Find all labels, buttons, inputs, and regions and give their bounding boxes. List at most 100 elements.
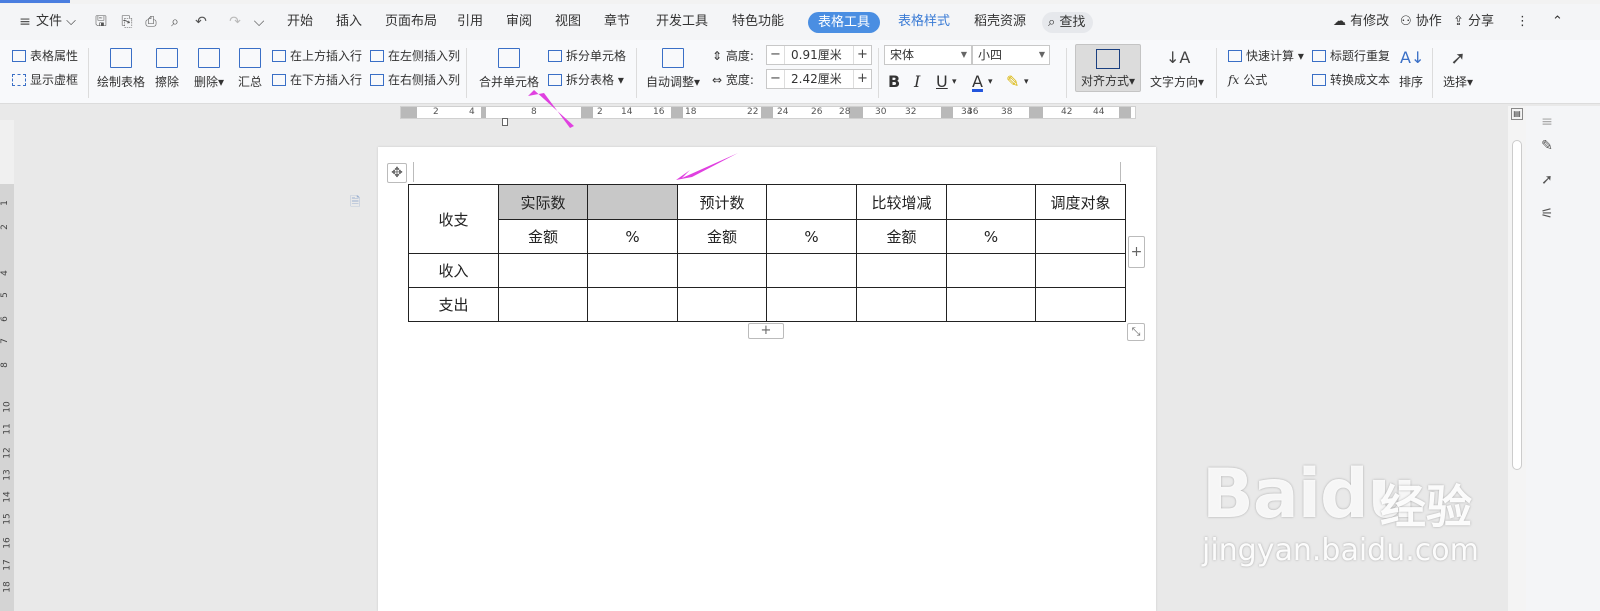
- tab-table-tools[interactable]: 表格工具: [808, 12, 881, 33]
- table-properties-button[interactable]: 表格属性: [12, 47, 78, 65]
- split-table-button[interactable]: 拆分表格 ▾: [548, 71, 624, 89]
- settings-sliders-icon[interactable]: ⚟: [1538, 206, 1556, 224]
- auto-adjust-button[interactable]: 自动调整▾: [645, 48, 701, 90]
- table-cell[interactable]: %: [766, 219, 857, 254]
- tab-developer[interactable]: 开发工具: [656, 4, 708, 40]
- convert-to-text-button[interactable]: 转换成文本: [1312, 71, 1390, 89]
- table-cell[interactable]: 金额: [856, 219, 947, 254]
- add-column-icon[interactable]: +: [1128, 236, 1145, 268]
- bold-button[interactable]: B: [888, 73, 900, 91]
- highlight-icon[interactable]: ✎: [1006, 73, 1019, 91]
- repeat-header-button[interactable]: 标题行重复: [1312, 47, 1390, 65]
- tab-references[interactable]: 引用: [457, 4, 483, 40]
- horizontal-ruler[interactable]: 2 4 8 2 14 16 18 22 24 26 28 30 32 34 36…: [400, 106, 1136, 119]
- highlight-dropdown-icon[interactable]: ▾: [1024, 73, 1029, 91]
- tab-table-style[interactable]: 表格样式: [898, 4, 950, 40]
- tab-page-layout[interactable]: 页面布局: [385, 4, 437, 40]
- table-cell[interactable]: [587, 253, 678, 288]
- show-gridlines-button[interactable]: 显示虚框: [12, 71, 78, 89]
- table-cell[interactable]: 收支: [408, 184, 499, 254]
- table-cell[interactable]: [766, 253, 857, 288]
- table-cell[interactable]: [946, 184, 1036, 220]
- table-cell[interactable]: 预计数: [677, 184, 767, 220]
- insert-row-above-button[interactable]: 在上方插入行: [272, 47, 362, 65]
- erase-button[interactable]: 擦除: [152, 48, 182, 90]
- table-cell[interactable]: [856, 253, 947, 288]
- tab-view[interactable]: 视图: [555, 4, 581, 40]
- search-button[interactable]: ⌕ 查找: [1042, 12, 1094, 33]
- panel-menu-icon[interactable]: ≡: [1538, 114, 1556, 132]
- redo-icon[interactable]: ↷: [226, 13, 244, 31]
- width-value[interactable]: 2.42厘米: [791, 70, 842, 88]
- table-cell[interactable]: [677, 253, 767, 288]
- collapse-ribbon-icon[interactable]: ⌃: [1552, 4, 1563, 40]
- quick-calc-button[interactable]: 快速计算 ▾: [1228, 47, 1304, 65]
- table-cell[interactable]: [766, 287, 857, 322]
- table-cell[interactable]: 金额: [677, 219, 767, 254]
- add-row-icon[interactable]: +: [748, 323, 784, 339]
- table-cell[interactable]: [1035, 219, 1126, 254]
- tab-home[interactable]: 开始: [287, 4, 313, 40]
- table-cell[interactable]: [1035, 253, 1126, 288]
- tab-section[interactable]: 章节: [604, 4, 630, 40]
- table-cell[interactable]: %: [587, 219, 678, 254]
- quick-access-more-icon[interactable]: ⌵: [250, 13, 268, 31]
- table-move-handle-icon[interactable]: ✥: [387, 163, 407, 183]
- table-cell[interactable]: [677, 287, 767, 322]
- table-cell[interactable]: 金额: [498, 219, 588, 254]
- italic-button[interactable]: I: [914, 73, 920, 91]
- edit-pen-icon[interactable]: ✎: [1538, 138, 1556, 156]
- vertical-ruler[interactable]: 1 2 4 5 6 7 8 10 11 12 13 14 15 16 17 18: [0, 184, 14, 611]
- resize-table-icon[interactable]: ⤡: [1127, 323, 1145, 341]
- print-preview-icon[interactable]: ⌕: [166, 13, 184, 31]
- sort-button[interactable]: A↓ 排序: [1396, 48, 1426, 90]
- table-cell-selected[interactable]: [587, 184, 678, 220]
- print-icon[interactable]: ⎙: [142, 13, 160, 31]
- height-decrease-button[interactable]: −: [767, 46, 785, 64]
- vertical-scrollbar[interactable]: ▤: [1508, 106, 1526, 611]
- width-decrease-button[interactable]: −: [767, 70, 785, 88]
- table-cell[interactable]: [856, 287, 947, 322]
- insert-col-right-button[interactable]: 在右侧插入列: [370, 71, 460, 89]
- summary-button[interactable]: 汇总: [235, 48, 265, 90]
- collaborate-button[interactable]: ⚇ 协作: [1400, 4, 1442, 40]
- font-size-select[interactable]: 小四 ▼: [972, 45, 1050, 65]
- file-menu[interactable]: 文件 ⌵: [36, 4, 76, 40]
- format-painter-icon[interactable]: ⎘: [118, 13, 136, 31]
- tab-review[interactable]: 审阅: [506, 4, 532, 40]
- scrollbar-thumb[interactable]: [1512, 140, 1522, 470]
- height-value[interactable]: 0.91厘米: [791, 46, 842, 64]
- tab-insert[interactable]: 插入: [336, 4, 362, 40]
- draw-table-button[interactable]: 绘制表格: [97, 48, 145, 90]
- table-cell[interactable]: 支出: [408, 287, 499, 322]
- table-cell[interactable]: [946, 287, 1036, 322]
- table-cell[interactable]: 调度对象: [1035, 184, 1126, 220]
- table-cell[interactable]: [498, 253, 588, 288]
- table-cell[interactable]: [766, 184, 857, 220]
- width-increase-button[interactable]: +: [853, 70, 871, 88]
- tab-docer-resources[interactable]: 稻壳资源: [974, 4, 1026, 40]
- width-spinner[interactable]: − 2.42厘米 +: [766, 69, 872, 89]
- font-color-dropdown-icon[interactable]: ▾: [988, 73, 993, 91]
- ruler-toggle-icon[interactable]: ▤: [1511, 108, 1523, 120]
- merge-cells-button[interactable]: 合并单元格: [478, 48, 540, 90]
- table-cell[interactable]: 比较增减: [856, 184, 947, 220]
- delete-button[interactable]: 删除▾: [190, 48, 228, 90]
- table-cell[interactable]: [946, 253, 1036, 288]
- split-cells-button[interactable]: 拆分单元格: [548, 47, 626, 65]
- underline-button[interactable]: U: [936, 73, 948, 91]
- insert-row-below-button[interactable]: 在下方插入行: [272, 71, 362, 89]
- hamburger-icon[interactable]: ≡: [16, 13, 34, 31]
- select-button[interactable]: ➚ 选择▾: [1440, 48, 1476, 90]
- underline-dropdown-icon[interactable]: ▾: [952, 73, 957, 91]
- table-cell[interactable]: %: [946, 219, 1036, 254]
- font-color-button[interactable]: A: [972, 73, 983, 91]
- formula-button[interactable]: fx 公式: [1228, 71, 1267, 89]
- table-cell[interactable]: [587, 287, 678, 322]
- indent-marker[interactable]: [502, 118, 508, 126]
- height-spinner[interactable]: − 0.91厘米 +: [766, 45, 872, 65]
- undo-icon[interactable]: ↶: [192, 13, 210, 31]
- modified-status[interactable]: ☁ 有修改: [1333, 4, 1389, 40]
- table-cell[interactable]: [1035, 287, 1126, 322]
- select-cursor-icon[interactable]: ➚: [1538, 172, 1556, 190]
